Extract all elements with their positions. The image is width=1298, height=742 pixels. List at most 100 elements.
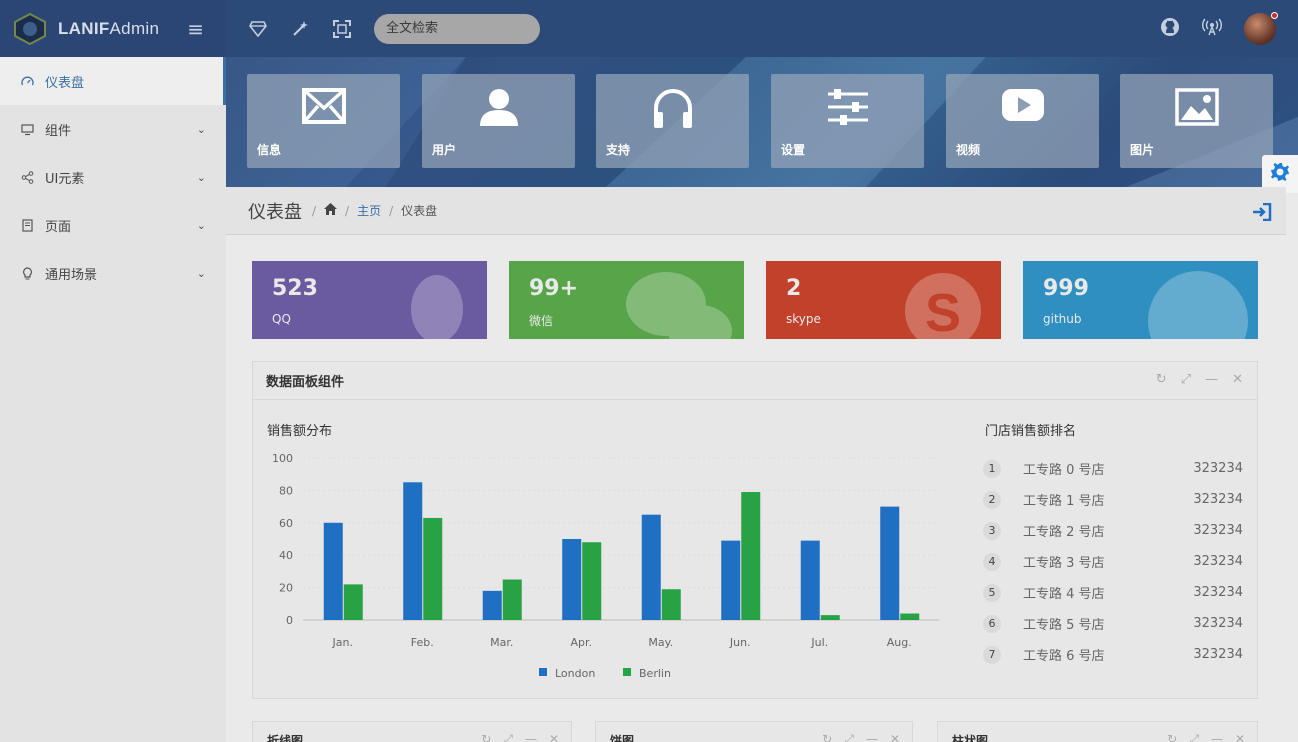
brand[interactable]: LANIFAdmin ≡ [0, 0, 226, 57]
tile-images[interactable]: 图片 [1120, 74, 1273, 168]
tile-messages[interactable]: 信息 [247, 74, 400, 168]
breadcrumb-separator: / [345, 203, 350, 218]
rank-store-name: 工专路 0 号店 [1023, 463, 1105, 478]
bar-london-apr[interactable] [562, 539, 582, 620]
ranking-row: 6 工专路 5 号店 323234 [983, 608, 1243, 639]
sidebar-item-components[interactable]: 组件 ⌄ [0, 105, 226, 153]
sales-bar-chart: 0 20 40 60 80 100 Jan. Feb. Mar. Apr. May. Jun. Jul.… [272, 452, 939, 680]
x-tick-label: Jan. [332, 636, 353, 649]
tile-support[interactable]: 支持 [596, 74, 749, 168]
stat-label: 微信 [529, 314, 554, 328]
bar-berlin-feb[interactable] [423, 517, 443, 620]
brand-name: LANIFAdmin [58, 18, 160, 38]
magic-wand-icon[interactable] [290, 19, 310, 39]
minimize-icon[interactable]: — [525, 732, 537, 742]
stat-card-qq[interactable]: 523 QQ [252, 261, 487, 339]
sidebar-item-label: 组件 [45, 123, 72, 139]
x-tick-label: May. [648, 636, 673, 649]
sidebar-item-label: UI元素 [45, 171, 85, 187]
bar-berlin-mar[interactable] [502, 579, 522, 621]
x-tick-label: Feb. [411, 636, 434, 649]
bar-berlin-jan[interactable] [343, 584, 363, 620]
x-tick-label: Aug. [887, 636, 912, 649]
panel-tools: ↻ ⤢ — ✕ [1167, 732, 1245, 742]
page-title: 仪表盘 [248, 201, 302, 223]
fullscreen-icon[interactable] [332, 19, 352, 39]
expand-icon[interactable]: ⤢ [844, 732, 854, 742]
rank-value: 323234 [1193, 492, 1243, 507]
y-tick-label: 0 [286, 614, 293, 627]
minimize-icon[interactable]: — [1205, 372, 1218, 387]
y-tick-label: 40 [279, 549, 293, 562]
bar-london-mar[interactable] [482, 590, 502, 620]
sliders-icon [826, 88, 870, 130]
breadcrumb-separator: / [312, 203, 317, 218]
expand-icon[interactable]: ⤢ [1181, 372, 1191, 387]
skype-icon: S [895, 269, 991, 339]
rank-index: 2 [983, 490, 1001, 509]
bar-london-jan[interactable] [323, 522, 343, 620]
sidebar-item-label: 页面 [45, 219, 72, 235]
stat-label: QQ [272, 312, 291, 326]
legend-label[interactable]: Berlin [639, 667, 671, 680]
tile-settings[interactable]: 设置 [771, 74, 924, 168]
y-tick-label: 80 [279, 484, 293, 497]
minimize-icon[interactable]: — [1211, 732, 1223, 742]
minimize-icon[interactable]: — [866, 732, 878, 742]
bar-berlin-jul[interactable] [820, 615, 840, 620]
tile-label: 图片 [1130, 143, 1155, 157]
legend-label[interactable]: London [555, 667, 595, 680]
bar-london-aug[interactable] [880, 506, 900, 620]
y-tick-label: 20 [279, 582, 293, 595]
bar-london-feb[interactable] [403, 482, 423, 620]
sidebar-item-scenes[interactable]: 通用场景 ⌄ [0, 249, 226, 297]
rank-value: 323234 [1193, 647, 1243, 662]
stat-card-github[interactable]: 999 github [1023, 261, 1258, 339]
legend-swatch [539, 668, 547, 676]
breadcrumb-home-link[interactable]: 主页 [357, 202, 381, 219]
bar-berlin-may[interactable] [661, 589, 681, 620]
panel-title: 柱状图 [952, 734, 989, 742]
tile-users[interactable]: 用户 [422, 74, 575, 168]
rank-index: 6 [983, 614, 1001, 633]
diamond-icon[interactable] [248, 19, 268, 39]
home-icon[interactable] [324, 203, 338, 218]
search-input[interactable] [374, 13, 540, 44]
bar-berlin-aug[interactable] [900, 613, 920, 620]
bar-london-jun[interactable] [721, 540, 741, 620]
rank-store-name: 工专路 2 号店 [1023, 525, 1105, 540]
close-icon[interactable]: ✕ [1232, 372, 1243, 387]
logout-icon[interactable] [1252, 202, 1272, 225]
close-icon[interactable]: ✕ [549, 732, 559, 742]
close-icon[interactable]: ✕ [1235, 732, 1245, 742]
panel-tools: ↻ ⤢ — ✕ [1156, 372, 1243, 387]
github-icon[interactable] [1160, 17, 1180, 41]
bar-chart-panel: 柱状图 ↻ ⤢ — ✕ [937, 721, 1258, 742]
refresh-icon[interactable]: ↻ [481, 732, 491, 742]
panel-title: 折线图 [267, 734, 304, 742]
rank-index: 1 [983, 459, 1001, 478]
bar-london-jul[interactable] [800, 540, 820, 620]
stat-card-skype[interactable]: 2 skype S [766, 261, 1001, 339]
bar-berlin-jun[interactable] [741, 492, 761, 620]
ranking-row: 2 工专路 1 号店 323234 [983, 484, 1243, 515]
rank-index: 3 [983, 521, 1001, 540]
menu-toggle-icon[interactable]: ≡ [187, 17, 204, 41]
close-icon[interactable]: ✕ [890, 732, 900, 742]
stat-card-wechat[interactable]: 99+ 微信 [509, 261, 744, 339]
sidebar-item-pages[interactable]: 页面 ⌄ [0, 201, 226, 249]
bar-berlin-apr[interactable] [582, 542, 602, 620]
refresh-icon[interactable]: ↻ [1167, 732, 1177, 742]
sidebar-item-ui-elements[interactable]: UI元素 ⌄ [0, 153, 226, 201]
rank-store-name: 工专路 4 号店 [1023, 587, 1105, 602]
tile-video[interactable]: 视频 [946, 74, 1099, 168]
refresh-icon[interactable]: ↻ [1156, 372, 1167, 387]
line-chart-panel: 折线图 ↻ ⤢ — ✕ [252, 721, 572, 742]
avatar[interactable] [1244, 11, 1278, 45]
broadcast-icon[interactable] [1202, 17, 1222, 41]
sidebar-item-dashboard[interactable]: 仪表盘 [0, 57, 226, 105]
refresh-icon[interactable]: ↻ [822, 732, 832, 742]
expand-icon[interactable]: ⤢ [503, 732, 513, 742]
expand-icon[interactable]: ⤢ [1189, 732, 1199, 742]
bar-london-may[interactable] [641, 514, 661, 620]
